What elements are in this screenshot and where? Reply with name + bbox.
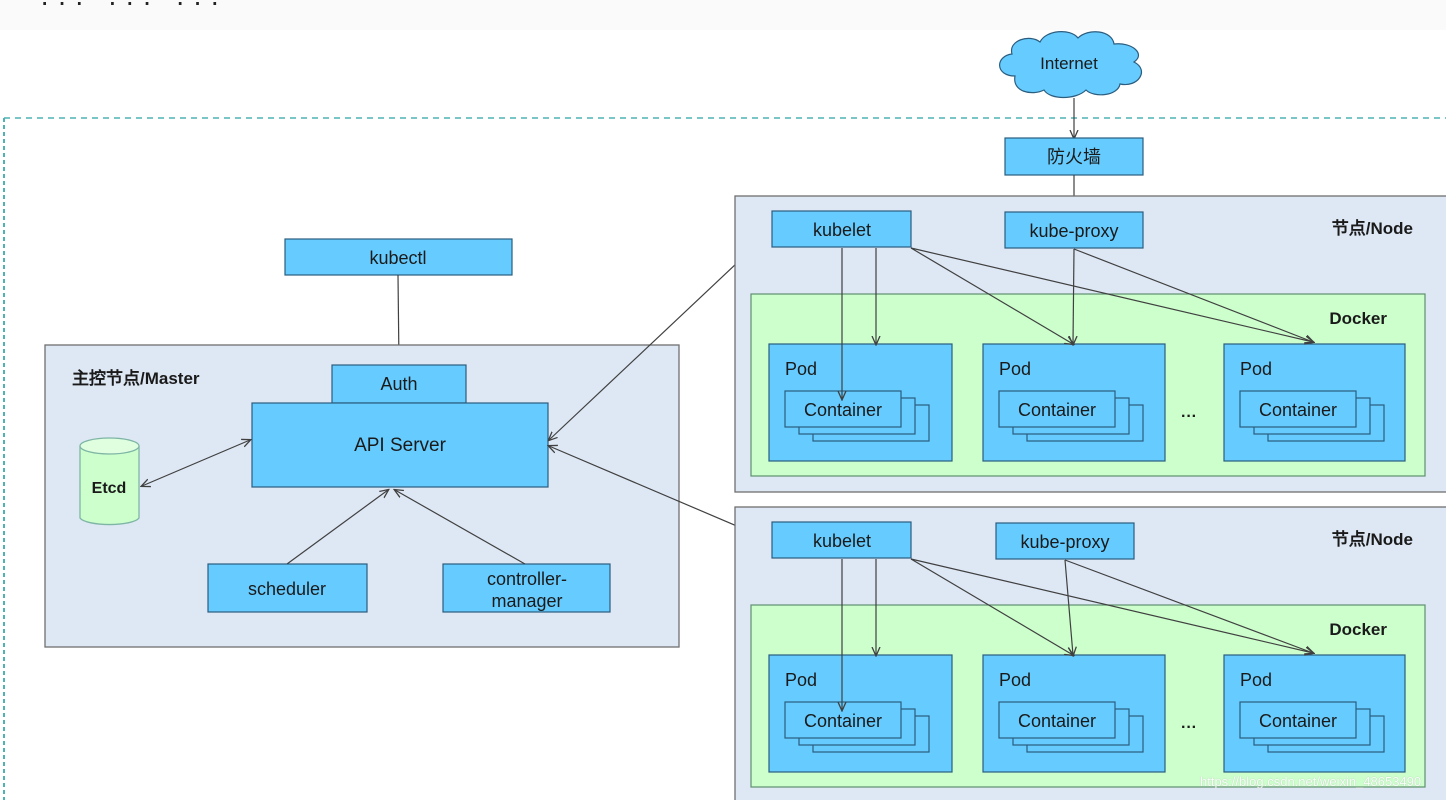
- kubelet-box: kubelet: [771, 521, 912, 559]
- docker-label: Docker: [1329, 620, 1387, 639]
- etcd-database: Etcd: [79, 437, 140, 526]
- node-title: 节点/Node: [1332, 529, 1413, 549]
- kube-proxy-label: kube-proxy: [1029, 221, 1118, 241]
- firewall-label: 防火墙: [1047, 147, 1101, 167]
- kubelet-label: kubelet: [813, 531, 871, 551]
- api-server-box: API Server: [251, 402, 549, 488]
- docker-label: Docker: [1329, 309, 1387, 328]
- container-label: Container: [804, 711, 882, 731]
- container-stack: Container: [998, 701, 1144, 753]
- pod-label: Pod: [785, 359, 817, 379]
- node-region: 节点/Node kubelet kube-proxy Docker Pod Contain…: [734, 506, 1446, 800]
- more-pods-ellipsis: ···: [1181, 408, 1197, 425]
- pod-box: Pod Container: [1223, 343, 1406, 462]
- scheduler-label: scheduler: [248, 579, 326, 599]
- api-server-label: API Server: [354, 435, 447, 456]
- container-label: Container: [1018, 400, 1096, 420]
- master-region: 主控节点/Master Auth API Server Etcd schedul…: [44, 344, 680, 648]
- controller-manager-label-line2: manager: [491, 591, 562, 611]
- node-region: 节点/Node kubelet kube-proxy Docker Pod Contain…: [734, 195, 1446, 493]
- auth-box: Auth: [331, 364, 467, 404]
- container-stack: Container: [998, 390, 1144, 442]
- internet-cloud: Internet: [999, 31, 1142, 99]
- kubelet-box: kubelet: [771, 210, 912, 248]
- container-stack: Container: [784, 390, 930, 442]
- container-label: Container: [1018, 711, 1096, 731]
- docker-region: Docker Pod Container Pod Container Pod Contain…: [750, 293, 1426, 477]
- etcd-label: Etcd: [92, 480, 127, 497]
- auth-label: Auth: [380, 374, 417, 394]
- pod-box: Pod Container: [982, 343, 1166, 462]
- kubernetes-architecture-diagram: Internet 防火墙 kubectl 主控节点/Master Auth AP…: [3, 31, 1446, 800]
- internet-label: Internet: [1040, 54, 1098, 73]
- pod-box: Pod Container: [1223, 654, 1406, 773]
- pod-label: Pod: [1240, 359, 1272, 379]
- scheduler-box: scheduler: [207, 563, 368, 613]
- pod-box: Pod Container: [768, 343, 953, 462]
- more-pods-ellipsis: ···: [1181, 719, 1197, 736]
- container-label: Container: [1259, 400, 1337, 420]
- docker-region: Docker Pod Container Pod Container Pod Contain…: [750, 604, 1426, 788]
- pod-box: Pod Container: [768, 654, 953, 773]
- kubectl-box: kubectl: [284, 238, 513, 276]
- nodes-layer: 节点/Node kubelet kube-proxy Docker Pod Contain…: [734, 195, 1446, 800]
- pod-box: Pod Container: [982, 654, 1166, 773]
- kube-proxy-label: kube-proxy: [1020, 532, 1109, 552]
- database-icon: [79, 437, 140, 455]
- kube-proxy-box: kube-proxy: [995, 522, 1135, 560]
- container-stack: Container: [1239, 701, 1385, 753]
- controller-manager-box: controller- manager: [442, 563, 611, 613]
- pod-label: Pod: [1240, 670, 1272, 690]
- node-title: 节点/Node: [1332, 218, 1413, 238]
- watermark: https://blog.csdn.net/weixin_48653490: [1200, 774, 1422, 789]
- firewall-box: 防火墙: [1004, 137, 1144, 176]
- kubelet-label: kubelet: [813, 220, 871, 240]
- kubectl-label: kubectl: [369, 248, 426, 268]
- kube-proxy-box: kube-proxy: [1004, 211, 1144, 249]
- controller-manager-label-line1: controller-: [487, 569, 567, 589]
- pod-label: Pod: [785, 670, 817, 690]
- pod-label: Pod: [999, 670, 1031, 690]
- container-label: Container: [804, 400, 882, 420]
- pod-label: Pod: [999, 359, 1031, 379]
- container-stack: Container: [1239, 390, 1385, 442]
- master-title: 主控节点/Master: [72, 368, 200, 388]
- container-label: Container: [1259, 711, 1337, 731]
- container-stack: Container: [784, 701, 930, 753]
